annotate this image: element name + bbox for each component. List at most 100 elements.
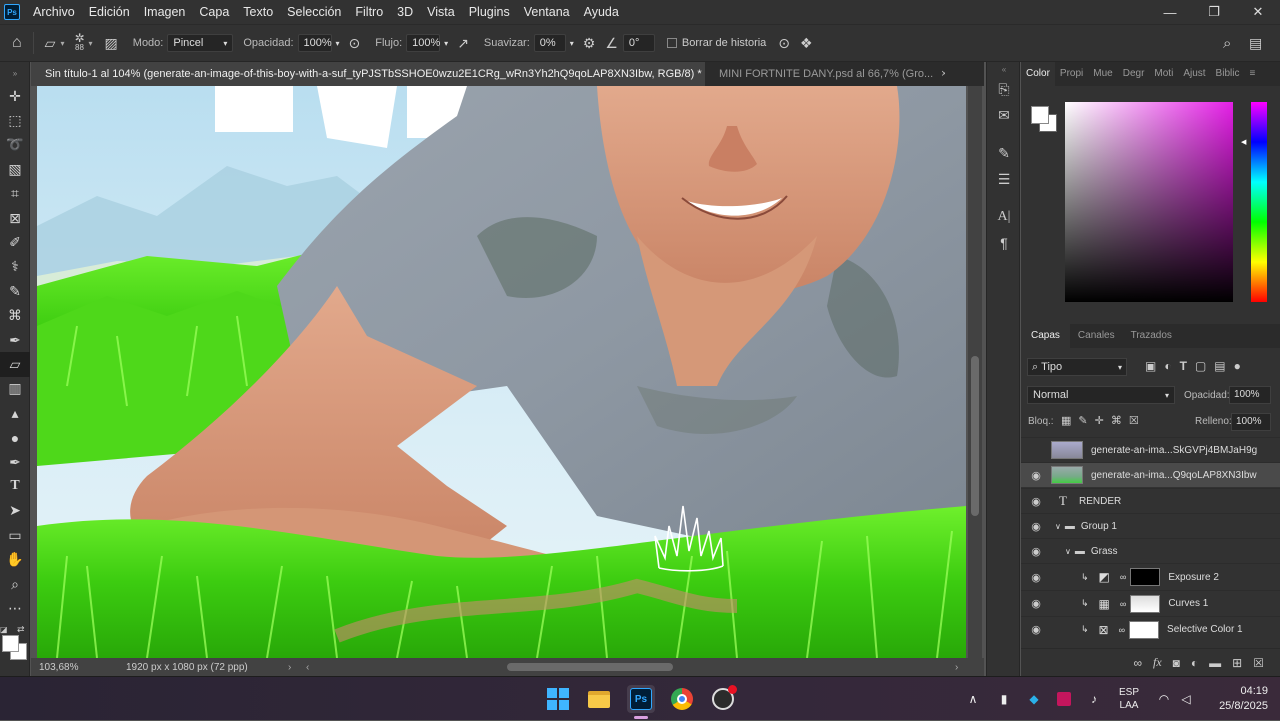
tab-mini-fortnite[interactable]: MINI FORTNITE DANY.psd al 66,7% (Gro... …	[705, 62, 945, 86]
eye-icon[interactable]: ◉	[1021, 469, 1051, 482]
angle-input[interactable]: 0°	[622, 34, 655, 52]
clone-stamp-tool-icon[interactable]: ⌘	[0, 304, 30, 328]
collapse-toolbar-icon[interactable]: »	[0, 62, 30, 84]
photoshop-taskbar-icon[interactable]: Ps	[627, 685, 655, 713]
menu-capa[interactable]: Capa	[192, 0, 236, 24]
brush-panel-icon[interactable]: ✎	[987, 140, 1021, 166]
tab-trazados[interactable]: Trazados	[1123, 324, 1180, 348]
workspace-icon[interactable]: ▤	[1249, 35, 1262, 52]
gradient-tool-icon[interactable]: ▥	[0, 377, 30, 401]
clock[interactable]: 04:19 25/8/2025	[1200, 677, 1274, 721]
mask-thumbnail[interactable]	[1130, 594, 1161, 613]
brush-tool-icon[interactable]: ✎	[0, 279, 30, 303]
rectangle-tool-icon[interactable]: ▭	[0, 523, 30, 547]
blend-mode-select[interactable]: Normal ▾	[1027, 386, 1175, 404]
zoom-level[interactable]: 103,68%	[39, 662, 119, 673]
symmetry-icon[interactable]: ❖	[800, 35, 813, 52]
layer-row[interactable]: generate-an-ima...SkGVPj4BMJaH9g	[1021, 437, 1280, 462]
horizontal-scroll-thumb[interactable]	[507, 663, 673, 671]
menu-seleccion[interactable]: Selección	[280, 0, 348, 24]
link-icon[interactable]: ∞	[1120, 572, 1126, 582]
history-brush-tool-icon[interactable]: ✒	[0, 328, 30, 352]
lock-pixels-icon[interactable]: ✎	[1078, 414, 1087, 427]
search-icon[interactable]: ⌕	[1223, 35, 1231, 52]
tab-propiedades[interactable]: Propi	[1055, 62, 1088, 86]
tab-color[interactable]: Color	[1021, 62, 1055, 86]
character-panel-icon[interactable]: A|	[987, 204, 1021, 230]
layer-row[interactable]: ◉ ↳ ◩ ∞ Exposure 2	[1021, 563, 1280, 590]
foreground-color-swatch[interactable]	[2, 634, 19, 652]
layer-row[interactable]: ◉ T RENDER	[1021, 488, 1280, 513]
crop-tool-icon[interactable]: ⌗	[0, 182, 30, 206]
tab-motivos[interactable]: Moti	[1149, 62, 1178, 86]
link-layers-icon[interactable]: ∞	[1133, 656, 1142, 670]
menu-edicion[interactable]: Edición	[82, 0, 137, 24]
tab-capas[interactable]: Capas	[1021, 324, 1070, 348]
volume-icon[interactable]: ◁	[1176, 677, 1196, 721]
tab-sin-titulo-1[interactable]: Sin título-1 al 104% (generate-an-image-…	[31, 62, 705, 86]
paragraph-panel-icon[interactable]: ¶	[987, 230, 1021, 256]
eye-icon[interactable]: ◉	[1021, 571, 1051, 584]
menu-ayuda[interactable]: Ayuda	[577, 0, 626, 24]
layer-opacity-input[interactable]: 100%	[1229, 386, 1271, 404]
new-group-icon[interactable]: ▬	[1209, 656, 1221, 670]
chevron-down-icon[interactable]: ∨	[1065, 547, 1071, 556]
lock-artboard-icon[interactable]: ⌘	[1111, 414, 1122, 427]
obs-studio-icon[interactable]	[709, 685, 737, 713]
menu-filtro[interactable]: Filtro	[348, 0, 390, 24]
layer-row[interactable]: ◉ ↳ ▦ ∞ Curves 1	[1021, 590, 1280, 616]
flow-input[interactable]: 100%	[406, 34, 440, 52]
layer-row[interactable]: ◉ ↳ ⊠ ∞ Selective Color 1	[1021, 616, 1280, 642]
blur-tool-icon[interactable]: ▴	[0, 401, 30, 425]
dodge-tool-icon[interactable]: ●	[0, 425, 30, 449]
restore-icon[interactable]: ❐	[1192, 0, 1236, 24]
vertical-scrollbar[interactable]	[968, 86, 982, 658]
filter-type-icon[interactable]: T	[1180, 359, 1187, 373]
layer-style-fx-icon[interactable]: fx	[1153, 655, 1162, 670]
tab-canales[interactable]: Canales	[1070, 324, 1123, 348]
menu-plugins[interactable]: Plugins	[462, 0, 517, 24]
healing-brush-tool-icon[interactable]: ⚕	[0, 255, 30, 279]
more-tools-icon[interactable]: ⋯	[0, 596, 30, 620]
delete-layer-icon[interactable]: ☒	[1253, 656, 1264, 670]
home-icon[interactable]: ⌂	[12, 34, 22, 52]
mask-thumbnail[interactable]	[1129, 620, 1160, 639]
chevron-left-icon[interactable]: ‹	[306, 662, 309, 673]
eye-icon[interactable]: ◉	[1021, 597, 1051, 610]
link-icon[interactable]: ∞	[1119, 625, 1125, 635]
chevron-down-icon[interactable]: ∨	[1055, 522, 1061, 531]
menu-vista[interactable]: Vista	[420, 0, 462, 24]
lock-all-icon[interactable]: ☒	[1129, 414, 1139, 427]
eye-icon[interactable]: ◉	[1021, 495, 1051, 508]
wifi-icon[interactable]: ◠	[1154, 677, 1174, 721]
chevron-right-icon[interactable]: ›	[955, 662, 958, 673]
lasso-tool-icon[interactable]: ➰	[0, 133, 30, 157]
filter-smart-object-icon[interactable]: ▤	[1214, 359, 1225, 373]
airbrush-icon[interactable]: ↗	[457, 35, 469, 52]
collapse-panels-icon[interactable]: «	[987, 62, 1021, 76]
zoom-tool-icon[interactable]: ⌕	[0, 572, 30, 596]
menu-imagen[interactable]: Imagen	[137, 0, 193, 24]
swap-colors-icon[interactable]: ⇄	[17, 624, 25, 635]
chevron-down-icon[interactable]: ▾	[444, 39, 448, 48]
defender-shield-icon[interactable]: ◆	[1024, 677, 1044, 721]
new-adjustment-icon[interactable]: ◐	[1191, 656, 1198, 670]
chevron-right-icon[interactable]: ›	[288, 662, 291, 673]
layer-row[interactable]: ◉ ∨ ▬ Group 1	[1021, 513, 1280, 538]
hand-tool-icon[interactable]: ✋	[0, 547, 30, 571]
color-swatches[interactable]: ◪ ⇄	[0, 621, 29, 665]
vertical-scroll-thumb[interactable]	[971, 356, 979, 516]
microphone-icon[interactable]: ♪	[1084, 677, 1104, 721]
tab-ajustes[interactable]: Ajust	[1178, 62, 1210, 86]
frame-tool-icon[interactable]: ⊠	[0, 206, 30, 230]
tab-muestras[interactable]: Mue	[1088, 62, 1117, 86]
pen-tool-icon[interactable]: ✒	[0, 450, 30, 474]
chevron-down-icon[interactable]: ▾	[89, 39, 93, 48]
brush-settings-panel-icon[interactable]: ☰	[987, 166, 1021, 192]
notification-app-icon[interactable]	[1054, 677, 1074, 721]
chevron-down-icon[interactable]: ▾	[336, 39, 340, 48]
erase-history-checkbox[interactable]	[666, 38, 677, 48]
lock-position-icon[interactable]: ✛	[1095, 414, 1104, 427]
mask-thumbnail[interactable]	[1130, 568, 1161, 586]
layer-row[interactable]: ◉ ∨ ▬ Grass	[1021, 538, 1280, 563]
